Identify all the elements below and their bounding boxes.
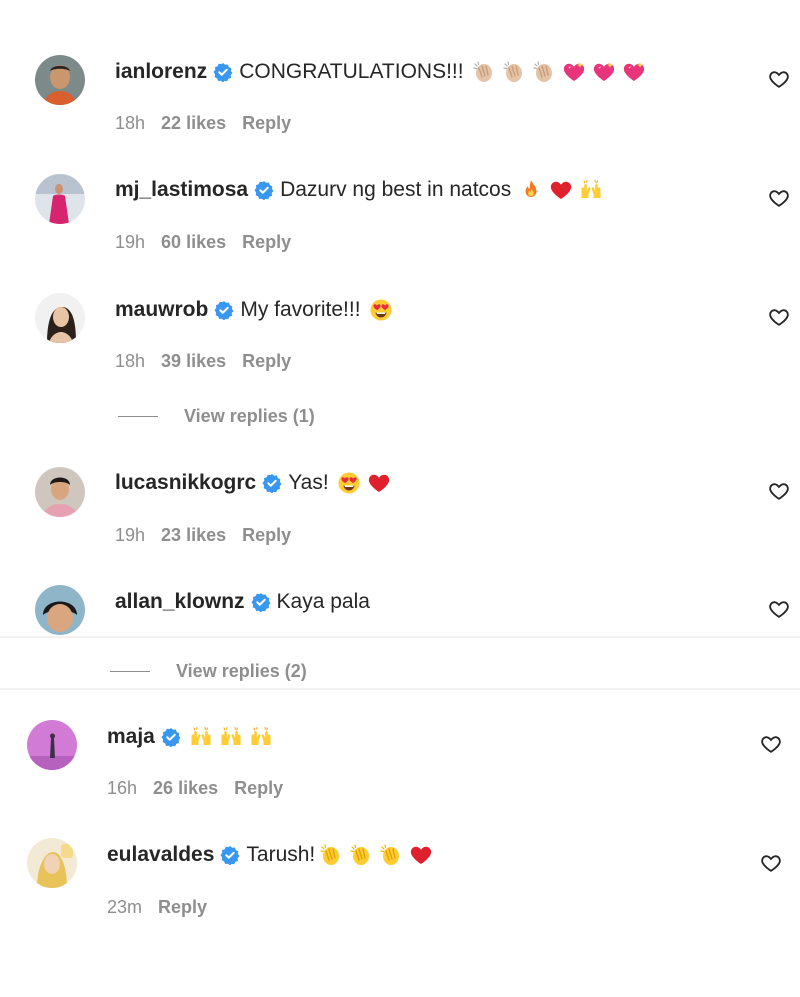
divider xyxy=(118,416,158,417)
comment-timestamp: 18h xyxy=(115,113,146,133)
comment-username[interactable]: ianlorenz xyxy=(115,59,207,85)
comment-username[interactable]: maja xyxy=(107,724,155,750)
comment-timestamp: 16h xyxy=(107,778,138,798)
avatar[interactable] xyxy=(35,174,85,224)
comment-text: Dazurv ng best in natcos xyxy=(280,178,512,201)
likes-count[interactable]: 22 likes xyxy=(161,113,226,134)
heart-outline-icon[interactable] xyxy=(768,68,790,90)
fire-icon xyxy=(519,178,543,202)
comment-text: Yas! xyxy=(288,471,329,494)
verified-badge-icon xyxy=(213,62,233,82)
comment-username[interactable]: lucasnikkogrc xyxy=(115,470,256,496)
comment-text: Kaya pala xyxy=(276,590,370,613)
likes-count[interactable]: 26 likes xyxy=(153,778,218,799)
divider xyxy=(110,671,150,672)
raised-hands-icon xyxy=(249,725,273,749)
raised-hands-icon xyxy=(579,178,603,202)
comment-timestamp: 18h xyxy=(115,351,146,371)
comment-text: Tarush! xyxy=(246,843,316,866)
clapping-hands-icon xyxy=(532,60,556,84)
comment-text: CONGRATULATIONS!!! xyxy=(239,60,464,83)
sparkling-heart-icon xyxy=(562,60,586,84)
heart-eyes-icon xyxy=(369,298,393,322)
red-heart-icon xyxy=(367,471,391,495)
comment-timestamp: 19h xyxy=(115,525,146,545)
reply-button[interactable]: Reply xyxy=(234,778,283,799)
view-replies-label: View replies (1) xyxy=(184,406,315,426)
avatar[interactable] xyxy=(27,720,77,770)
divider xyxy=(0,688,800,690)
likes-count[interactable]: 60 likes xyxy=(161,232,226,253)
emoji-group xyxy=(472,60,646,84)
verified-badge-icon xyxy=(262,473,282,493)
clapping-hands-icon xyxy=(319,843,343,867)
avatar[interactable] xyxy=(35,55,85,105)
verified-badge-icon xyxy=(214,300,234,320)
avatar[interactable] xyxy=(35,585,85,635)
comment-username[interactable]: mj_lastimosa xyxy=(115,177,248,203)
heart-outline-icon[interactable] xyxy=(760,852,782,874)
comment-username[interactable]: eulavaldes xyxy=(107,842,214,868)
emoji-group xyxy=(337,471,391,495)
comment-text: My favorite!!! xyxy=(240,298,361,321)
red-heart-icon xyxy=(549,178,573,202)
clapping-hands-icon xyxy=(502,60,526,84)
heart-outline-icon[interactable] xyxy=(768,480,790,502)
likes-count[interactable]: 23 likes xyxy=(161,525,226,546)
avatar[interactable] xyxy=(35,467,85,517)
verified-badge-icon xyxy=(161,727,181,747)
emoji-group xyxy=(319,843,433,867)
reply-button[interactable]: Reply xyxy=(242,525,291,546)
heart-eyes-icon xyxy=(337,471,361,495)
verified-badge-icon xyxy=(220,845,240,865)
heart-outline-icon[interactable] xyxy=(768,187,790,209)
view-replies-button[interactable]: View replies (1) xyxy=(118,406,315,427)
divider xyxy=(0,636,800,638)
reply-button[interactable]: Reply xyxy=(242,232,291,253)
reply-button[interactable]: Reply xyxy=(242,351,291,372)
heart-outline-icon[interactable] xyxy=(760,733,782,755)
comment-username[interactable]: mauwrob xyxy=(115,297,208,323)
emoji-group xyxy=(189,725,273,749)
comment-timestamp: 23m xyxy=(107,897,143,917)
emoji-group xyxy=(519,178,603,202)
clapping-hands-icon xyxy=(379,843,403,867)
verified-badge-icon xyxy=(251,592,271,612)
raised-hands-icon xyxy=(189,725,213,749)
clapping-hands-icon xyxy=(349,843,373,867)
raised-hands-icon xyxy=(219,725,243,749)
view-replies-button[interactable]: View replies (2) xyxy=(110,661,307,682)
avatar[interactable] xyxy=(27,838,77,888)
likes-count[interactable]: 39 likes xyxy=(161,351,226,372)
reply-button[interactable]: Reply xyxy=(158,897,207,918)
sparkling-heart-icon xyxy=(592,60,616,84)
verified-badge-icon xyxy=(254,180,274,200)
sparkling-heart-icon xyxy=(622,60,646,84)
red-heart-icon xyxy=(409,843,433,867)
reply-button[interactable]: Reply xyxy=(242,113,291,134)
comment-username[interactable]: allan_klownz xyxy=(115,589,245,615)
clapping-hands-icon xyxy=(472,60,496,84)
heart-outline-icon[interactable] xyxy=(768,306,790,328)
heart-outline-icon[interactable] xyxy=(768,598,790,620)
view-replies-label: View replies (2) xyxy=(176,661,307,681)
avatar[interactable] xyxy=(35,293,85,343)
comment-timestamp: 19h xyxy=(115,232,146,252)
emoji-group xyxy=(369,298,393,322)
